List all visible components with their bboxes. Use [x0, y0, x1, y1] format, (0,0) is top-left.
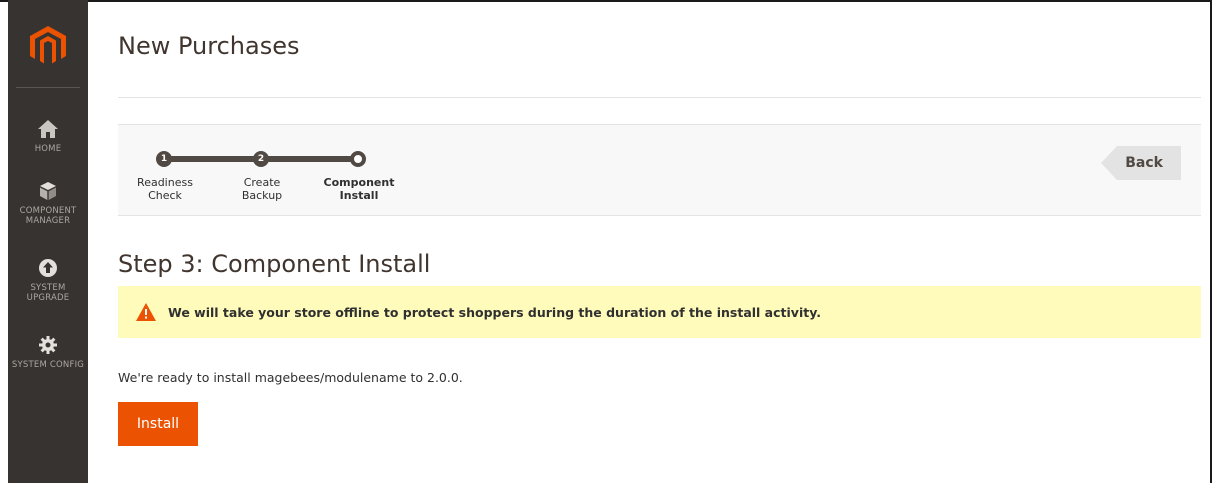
step-marker-install — [350, 151, 366, 167]
sidebar-item-component-manager[interactable]: COMPONENT MANAGER — [8, 180, 88, 226]
step-label-install: Component Install — [323, 176, 395, 202]
admin-sidebar: HOME COMPONENT MANAGER SYSTEM UPGRADE SY… — [8, 0, 88, 483]
title-divider — [118, 97, 1201, 98]
sidebar-item-label: SYSTEM UPGRADE — [26, 283, 70, 303]
wizard-progress: 1 2 Readiness Check Create Backup Compon… — [118, 124, 1201, 216]
step-marker-backup: 2 — [253, 151, 269, 167]
home-icon — [38, 120, 58, 138]
page-title: New Purchases — [118, 32, 300, 60]
back-button[interactable]: Back — [1101, 146, 1181, 180]
sidebar-divider — [16, 87, 80, 88]
ready-message: We're ready to install magebees/modulena… — [118, 370, 463, 385]
sidebar-item-home[interactable]: HOME — [8, 118, 88, 154]
install-button[interactable]: Install — [118, 402, 198, 446]
sidebar-item-label: SYSTEM CONFIG — [11, 360, 85, 370]
upgrade-icon — [39, 259, 57, 277]
step-label-readiness: Readiness Check — [137, 176, 193, 202]
progress-line — [164, 156, 260, 162]
step-marker-readiness: 1 — [156, 151, 172, 167]
warning-icon — [136, 303, 156, 321]
sidebar-item-label: COMPONENT MANAGER — [19, 206, 77, 226]
gear-icon — [39, 336, 57, 354]
cube-icon — [40, 182, 56, 200]
sidebar-item-label: HOME — [34, 144, 62, 154]
progress-line — [260, 156, 356, 162]
sidebar-item-system-config[interactable]: SYSTEM CONFIG — [8, 334, 88, 370]
warning-text: We will take your store offline to prote… — [168, 304, 821, 320]
magento-logo-icon[interactable] — [30, 26, 66, 64]
sidebar-item-system-upgrade[interactable]: SYSTEM UPGRADE — [8, 257, 88, 303]
main-content: New Purchases 1 2 Readiness Check Create… — [118, 0, 1201, 483]
warning-message: We will take your store offline to prote… — [118, 286, 1201, 338]
step-label-backup: Create Backup — [241, 176, 283, 202]
step-heading: Step 3: Component Install — [118, 250, 431, 278]
